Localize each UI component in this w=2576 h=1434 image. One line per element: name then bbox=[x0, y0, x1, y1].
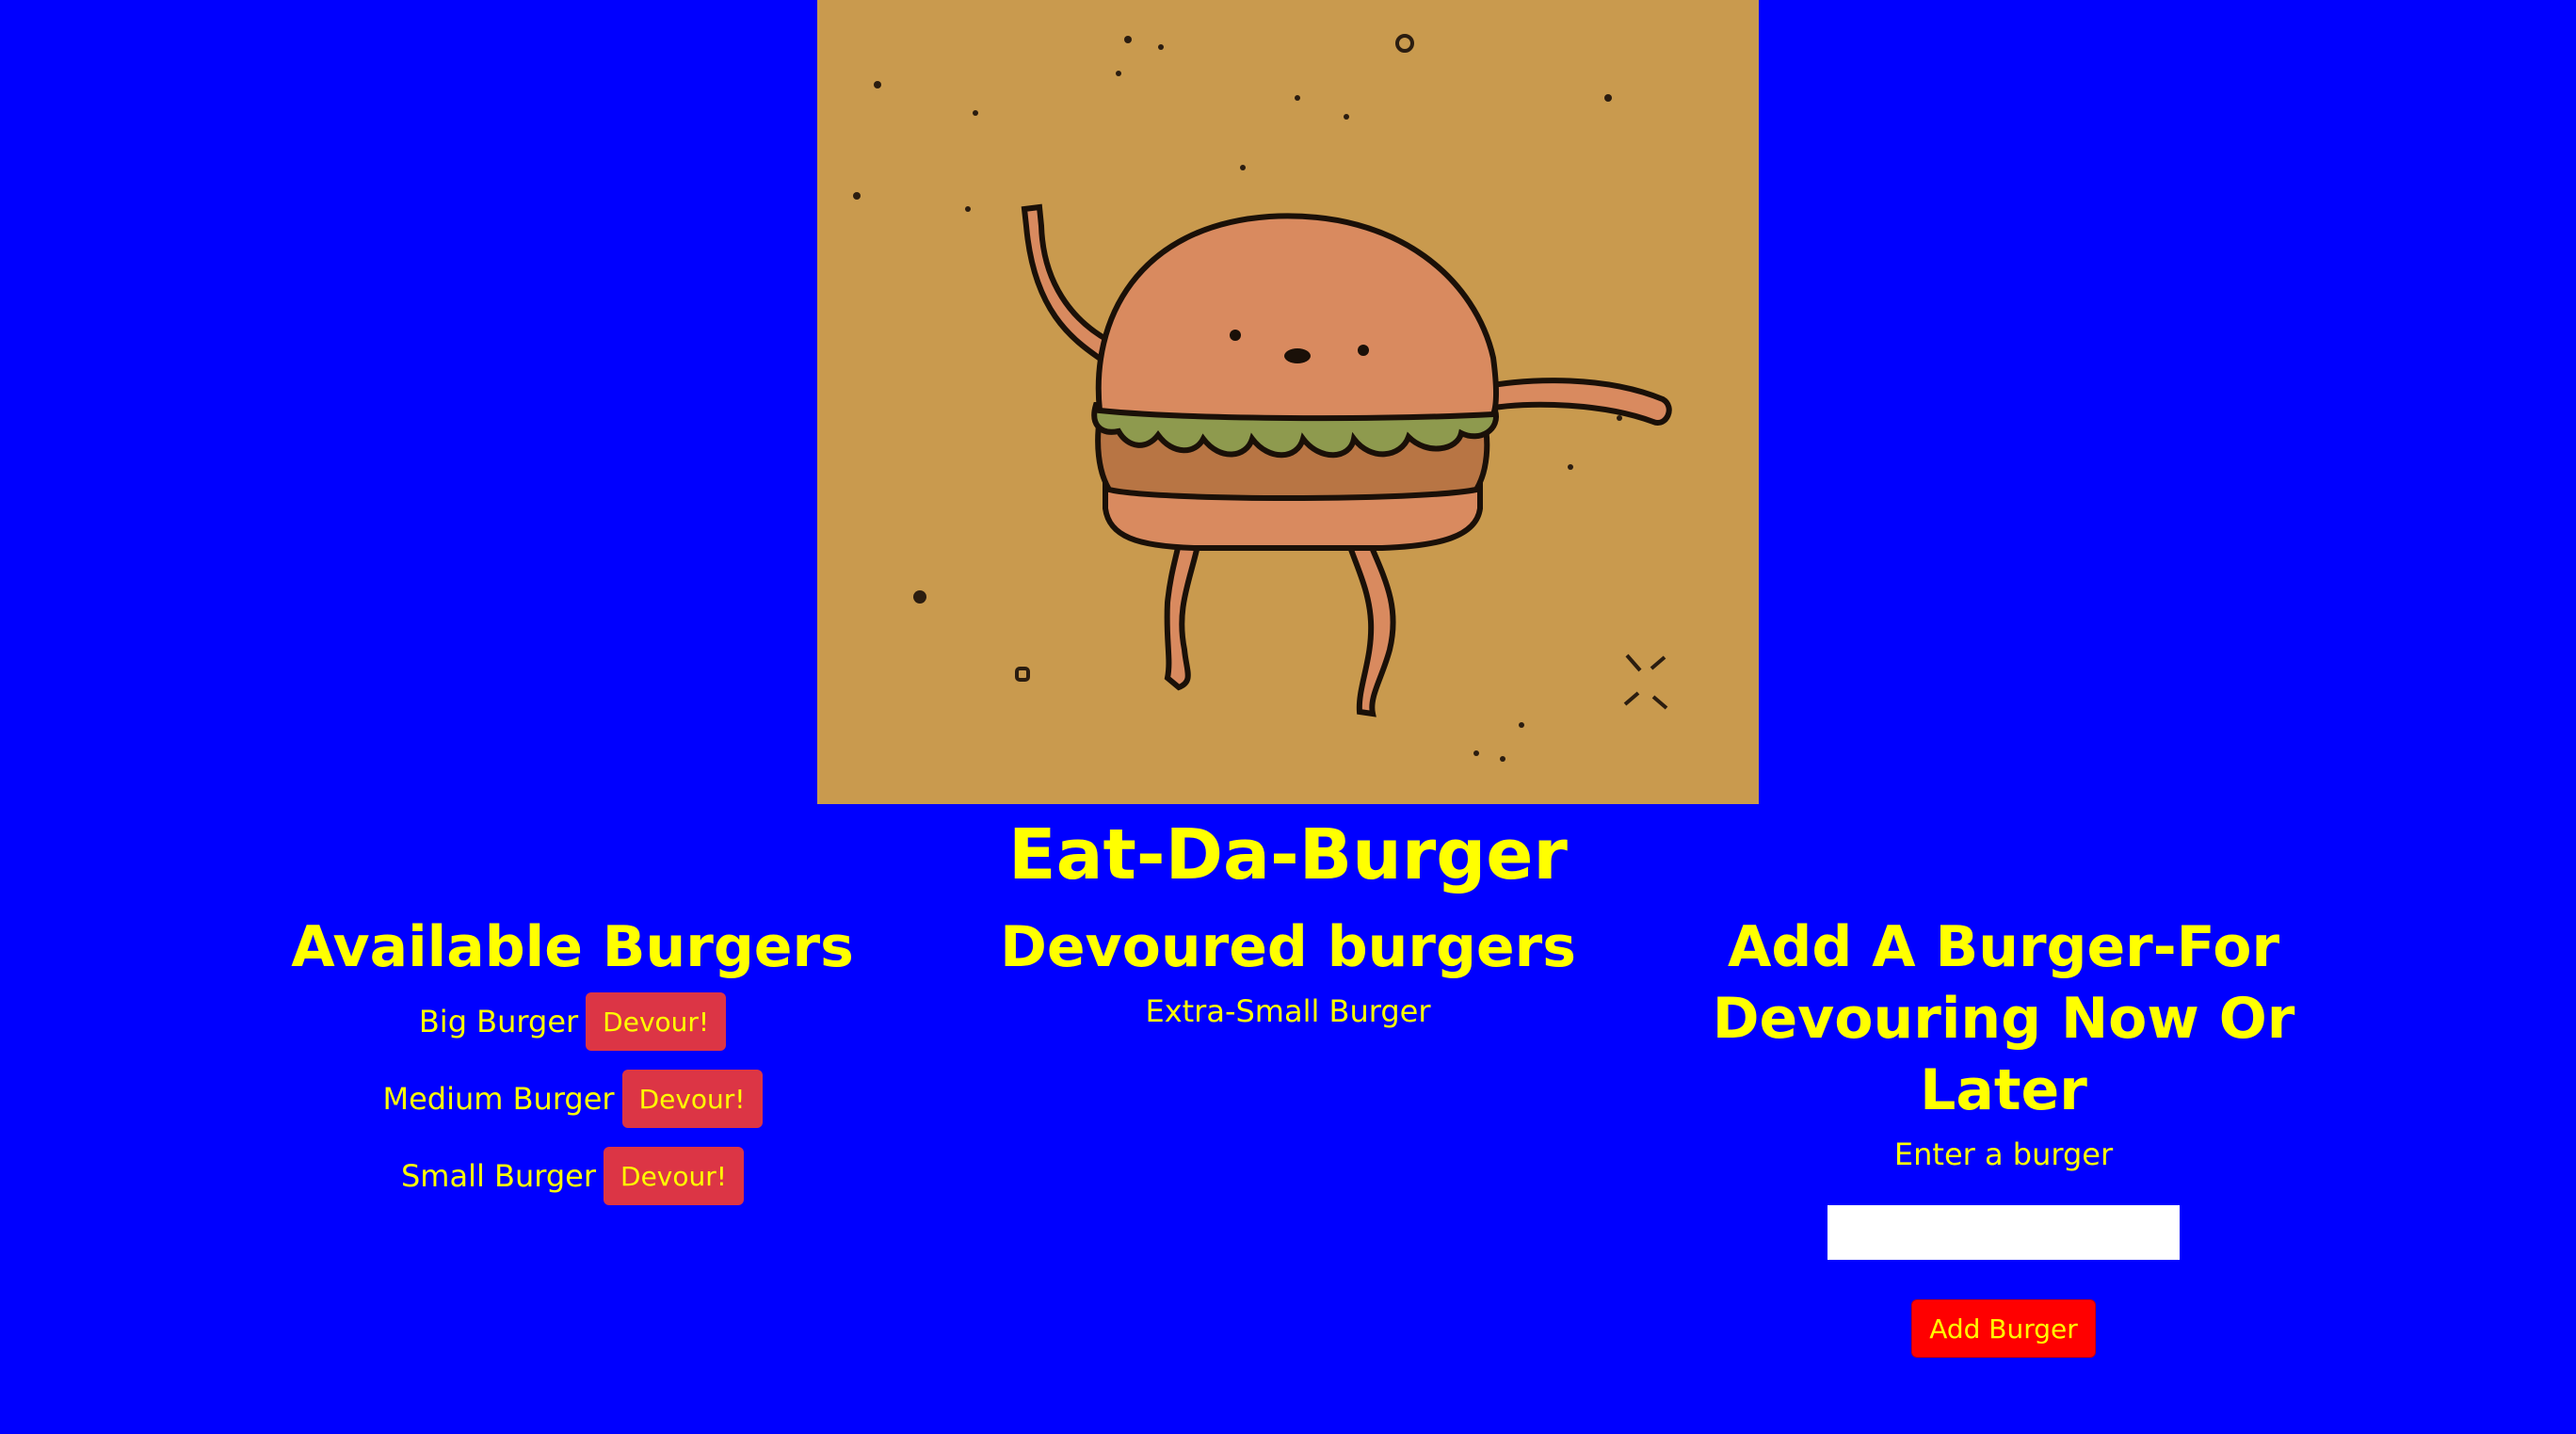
page: Eat-Da-Burger Available Burgers Big Burg… bbox=[0, 0, 2576, 1434]
devour-button[interactable]: Devour! bbox=[621, 1070, 763, 1128]
burger-illustration bbox=[817, 0, 1759, 804]
burger-name: Medium Burger bbox=[382, 1081, 615, 1117]
add-burger-button[interactable]: Add Burger bbox=[1911, 1299, 2096, 1358]
available-burgers-section: Available Burgers Big Burger Devour! Med… bbox=[196, 911, 949, 1215]
add-burger-heading: Add A Burger-For Devouring Now Or Later bbox=[1627, 911, 2380, 1126]
devoured-burgers-section: Devoured burgers Extra-Small Burger bbox=[911, 911, 1665, 1032]
burger-input-label: Enter a burger bbox=[1893, 1136, 2114, 1172]
list-item: Medium Burger Devour! bbox=[196, 1060, 949, 1137]
available-burgers-heading: Available Burgers bbox=[291, 914, 854, 980]
devoured-burger-item: Extra-Small Burger bbox=[1145, 993, 1431, 1029]
list-item: Big Burger Devour! bbox=[196, 983, 949, 1060]
add-burger-heading-line: Add A Burger-For bbox=[1727, 914, 2280, 980]
burger-name: Big Burger bbox=[418, 1004, 579, 1039]
add-burger-section: Add A Burger-For Devouring Now Or Later … bbox=[1627, 911, 2380, 1358]
burger-name: Small Burger bbox=[400, 1158, 597, 1194]
devour-button[interactable]: Devour! bbox=[586, 992, 727, 1051]
list-item: Small Burger Devour! bbox=[196, 1137, 949, 1215]
devour-button[interactable]: Devour! bbox=[604, 1147, 744, 1205]
devoured-burgers-heading: Devoured burgers bbox=[1000, 914, 1576, 980]
add-burger-heading-line: Devouring Now Or bbox=[1712, 986, 2295, 1052]
hero-image bbox=[817, 0, 1759, 804]
burger-name-input[interactable] bbox=[1827, 1205, 2180, 1260]
site-title: Eat-Da-Burger bbox=[1008, 814, 1568, 895]
add-burger-heading-line: Later bbox=[1920, 1057, 2087, 1123]
